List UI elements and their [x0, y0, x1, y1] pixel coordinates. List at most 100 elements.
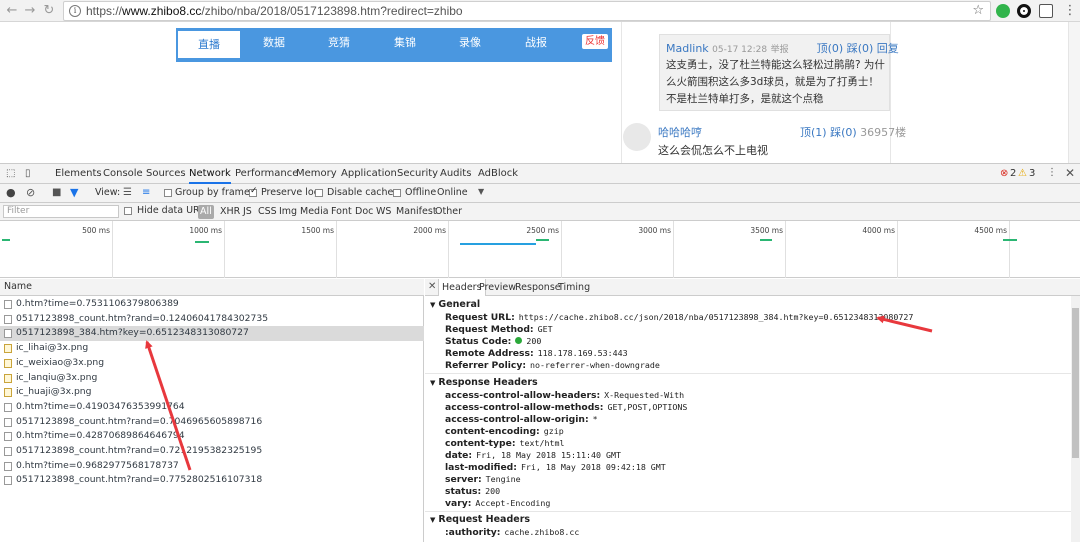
- close-icon[interactable]: ✕: [1065, 166, 1075, 180]
- request-row[interactable]: 0517123898_count.htm?rand=0.704696560589…: [0, 415, 424, 430]
- filter-type-ws[interactable]: WS: [374, 205, 393, 219]
- request-detail-panel: ✕ Headers Preview Response Timing ▼ Gener…: [425, 279, 1080, 542]
- throttling-select[interactable]: Online: [437, 187, 468, 198]
- devtools-tab-console[interactable]: Console: [103, 164, 143, 184]
- detail-scrollbar[interactable]: [1071, 296, 1080, 542]
- filter-type-js[interactable]: JS: [241, 205, 254, 219]
- request-row[interactable]: 0.htm?time=0.7531106379806389: [0, 297, 424, 312]
- chevron-down-icon[interactable]: ▼: [478, 187, 484, 196]
- extension-check-icon[interactable]: [996, 4, 1010, 18]
- request-row[interactable]: ic_lihai@3x.png: [0, 341, 424, 356]
- devtools-tab-elements[interactable]: Elements: [55, 164, 102, 184]
- site-tab-guess[interactable]: 竞猜: [314, 28, 364, 58]
- devtools-tab-sources[interactable]: Sources: [146, 164, 186, 184]
- warning-count[interactable]: 3: [1029, 168, 1035, 179]
- filter-type-img[interactable]: Img: [277, 205, 299, 219]
- site-tab-replay[interactable]: 录像: [445, 28, 495, 58]
- group-by-frame-checkbox[interactable]: [164, 189, 172, 197]
- name-column-header[interactable]: Name: [0, 279, 424, 296]
- warning-icon[interactable]: ⚠: [1018, 168, 1027, 179]
- devtools-tab-security[interactable]: Security: [397, 164, 438, 184]
- url-text[interactable]: https://www.zhibo8.cc/zhibo/nba/2018/051…: [86, 4, 463, 18]
- header-key: vary:: [445, 498, 472, 509]
- request-row[interactable]: 0.htm?time=0.9682977568178737: [0, 459, 424, 474]
- site-tab-report[interactable]: 战报: [511, 28, 561, 58]
- offline-checkbox[interactable]: [393, 189, 401, 197]
- page-scrollbar[interactable]: [1068, 22, 1080, 163]
- preserve-log-checkbox[interactable]: [249, 186, 258, 197]
- filter-type-css[interactable]: CSS: [256, 205, 279, 219]
- section-general[interactable]: ▼ General: [430, 299, 480, 310]
- error-count[interactable]: 2: [1010, 168, 1016, 179]
- devtools-tab-performance[interactable]: Performance: [235, 164, 298, 184]
- waterfall-icon[interactable]: ≡: [142, 187, 150, 198]
- clear-icon[interactable]: ⊘: [26, 186, 35, 199]
- filter-funnel-icon[interactable]: ▼: [70, 186, 78, 199]
- quote-votes[interactable]: 顶(0) 踩(0): [817, 42, 874, 55]
- comment-username[interactable]: 哈哈哈哼: [658, 124, 702, 140]
- filter-input[interactable]: Filter: [3, 205, 119, 218]
- info-icon[interactable]: i: [69, 5, 81, 17]
- request-row[interactable]: 0517123898_count.htm?rand=0.775280251610…: [0, 473, 424, 488]
- filter-type-other[interactable]: Other: [433, 205, 464, 219]
- devtools-menu-icon[interactable]: ⋮: [1047, 167, 1057, 178]
- request-row[interactable]: 0.htm?time=0.42870689864646794: [0, 429, 424, 444]
- record-icon[interactable]: ●: [6, 186, 16, 199]
- network-overview-timeline[interactable]: 500 ms 1000 ms 1500 ms 2000 ms 2500 ms 3…: [0, 221, 1080, 278]
- scrollbar-thumb[interactable]: [1072, 308, 1079, 458]
- large-rows-icon[interactable]: ☰: [123, 187, 132, 198]
- site-tab-data[interactable]: 数据: [249, 28, 299, 58]
- timeline-request-bar: [2, 239, 10, 241]
- quote-report-link[interactable]: 举报: [771, 45, 789, 55]
- filter-type-all[interactable]: All: [198, 205, 214, 219]
- devtools-tab-memory[interactable]: Memory: [296, 164, 337, 184]
- header-key: Status Code:: [445, 336, 512, 347]
- request-row[interactable]: ic_lanqiu@3x.png: [0, 371, 424, 386]
- devtools-tab-application[interactable]: Application: [341, 164, 397, 184]
- site-tab-highlights[interactable]: 集锦: [380, 28, 430, 58]
- disable-cache-checkbox[interactable]: [315, 189, 323, 197]
- filter-type-xhr[interactable]: XHR: [218, 205, 242, 219]
- inspect-element-icon[interactable]: ⬚: [6, 168, 15, 179]
- request-row[interactable]: 0517123898_count.htm?rand=0.124060417843…: [0, 312, 424, 327]
- filter-type-font[interactable]: Font: [329, 205, 354, 219]
- extension-puzzle-icon[interactable]: [1039, 4, 1053, 18]
- forward-icon[interactable]: →: [22, 3, 38, 19]
- comment-vote-counts[interactable]: 顶(1) 踩(0): [800, 126, 857, 139]
- close-detail-icon[interactable]: ✕: [428, 281, 436, 292]
- address-bar[interactable]: i https://www.zhibo8.cc/zhibo/nba/2018/0…: [63, 1, 991, 21]
- screenshot-camera-icon[interactable]: ■: [52, 187, 61, 198]
- device-toolbar-icon[interactable]: ▯: [25, 168, 31, 179]
- section-request-headers[interactable]: ▼ Request Headers: [430, 514, 530, 525]
- detail-tab-response[interactable]: Response: [515, 279, 561, 296]
- request-row-selected[interactable]: 0517123898_384.htm?key=0.651234831308072…: [0, 326, 424, 342]
- request-row[interactable]: ic_huaji@3x.png: [0, 385, 424, 400]
- avatar[interactable]: [623, 123, 651, 151]
- error-icon[interactable]: ⊗: [1000, 168, 1008, 179]
- header-value: *: [592, 414, 598, 424]
- back-icon[interactable]: ←: [4, 3, 20, 19]
- request-row[interactable]: ic_weixiao@3x.png: [0, 356, 424, 371]
- extension-circle-icon[interactable]: [1017, 4, 1031, 18]
- request-row[interactable]: 0517123898_count.htm?rand=0.721219538232…: [0, 444, 424, 459]
- bookmark-star-icon[interactable]: ☆: [972, 3, 984, 18]
- detail-tab-timing[interactable]: Timing: [558, 279, 590, 296]
- devtools-tab-network[interactable]: Network: [189, 164, 231, 184]
- section-response-headers[interactable]: ▼ Response Headers: [430, 377, 538, 388]
- browser-menu-icon[interactable]: ⋮: [1062, 3, 1078, 19]
- request-row[interactable]: 0.htm?time=0.41903476353991764: [0, 400, 424, 415]
- filter-type-manifest[interactable]: Manifest: [394, 205, 439, 219]
- filter-type-doc[interactable]: Doc: [353, 205, 375, 219]
- comment-votes[interactable]: 顶(1) 踩(0) 36957楼: [800, 124, 906, 140]
- request-name: 0.htm?time=0.7531106379806389: [16, 298, 179, 309]
- reload-icon[interactable]: ↻: [41, 3, 57, 19]
- quote-reply-link[interactable]: 回复: [877, 42, 899, 55]
- detail-tab-preview[interactable]: Preview: [479, 279, 516, 296]
- site-tab-live[interactable]: 直播: [178, 31, 240, 58]
- filter-type-media[interactable]: Media: [298, 205, 331, 219]
- hide-data-urls-checkbox[interactable]: [124, 207, 132, 215]
- feedback-button[interactable]: 反馈: [582, 34, 608, 49]
- quote-username[interactable]: Madlink: [666, 42, 709, 55]
- devtools-tab-adblock[interactable]: AdBlock: [478, 164, 518, 184]
- devtools-tab-audits[interactable]: Audits: [440, 164, 471, 184]
